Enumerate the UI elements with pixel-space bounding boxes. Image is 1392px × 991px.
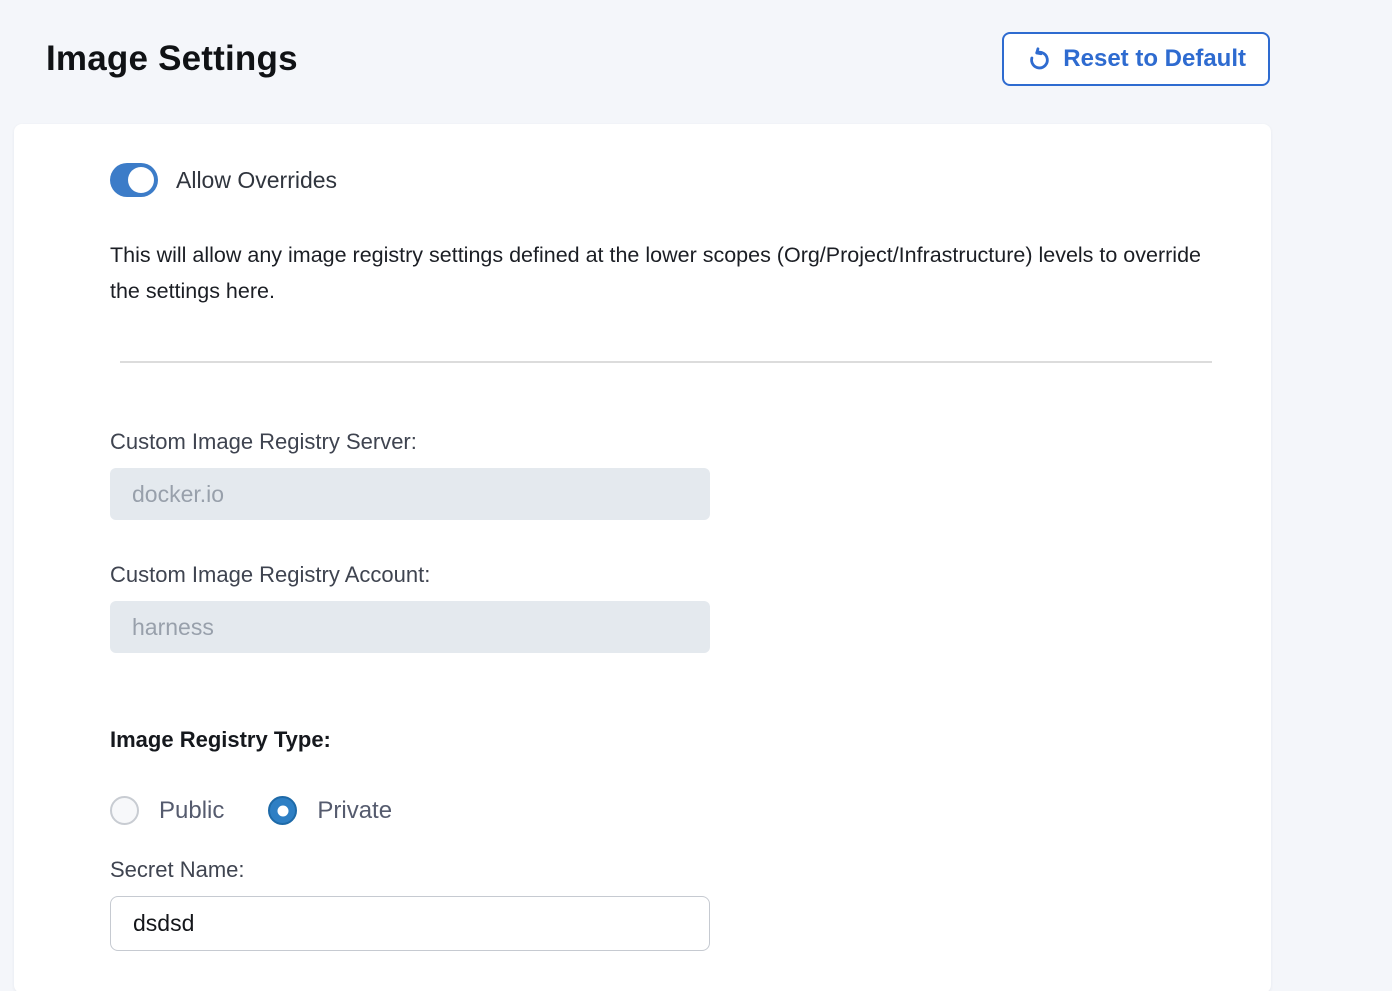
reset-icon: [1026, 46, 1053, 73]
registry-type-radio-group: Public Private: [110, 796, 1215, 825]
radio-option-private[interactable]: Private: [268, 796, 392, 825]
registry-account-label: Custom Image Registry Account:: [110, 562, 1215, 588]
section-divider: [120, 361, 1212, 363]
registry-account-input: [110, 601, 710, 653]
toggle-knob: [128, 167, 154, 193]
registry-server-label: Custom Image Registry Server:: [110, 429, 1215, 455]
radio-private-label: Private: [317, 797, 392, 825]
allow-overrides-toggle[interactable]: [110, 163, 158, 197]
registry-server-field: Custom Image Registry Server:: [110, 429, 1215, 520]
reset-button-label: Reset to Default: [1063, 45, 1246, 73]
allow-overrides-label: Allow Overrides: [176, 167, 337, 194]
registry-server-input: [110, 468, 710, 520]
secret-name-label: Secret Name:: [110, 857, 1215, 883]
registry-account-field: Custom Image Registry Account:: [110, 562, 1215, 653]
page-title: Image Settings: [46, 39, 298, 79]
registry-type-label: Image Registry Type:: [110, 727, 1215, 753]
radio-public-label: Public: [159, 797, 224, 825]
registry-type-field: Image Registry Type: Public Private: [110, 727, 1215, 825]
reset-to-default-button[interactable]: Reset to Default: [1002, 32, 1270, 86]
radio-option-public[interactable]: Public: [110, 796, 224, 825]
secret-name-input[interactable]: [110, 896, 710, 951]
allow-overrides-row: Allow Overrides: [110, 163, 1215, 197]
page-header: Image Settings Reset to Default: [0, 0, 1392, 88]
secret-name-field: Secret Name:: [110, 857, 1215, 951]
overrides-description: This will allow any image registry setti…: [110, 237, 1215, 309]
image-settings-card: Allow Overrides This will allow any imag…: [14, 124, 1271, 991]
radio-public-circle[interactable]: [110, 796, 139, 825]
radio-private-circle[interactable]: [268, 796, 297, 825]
